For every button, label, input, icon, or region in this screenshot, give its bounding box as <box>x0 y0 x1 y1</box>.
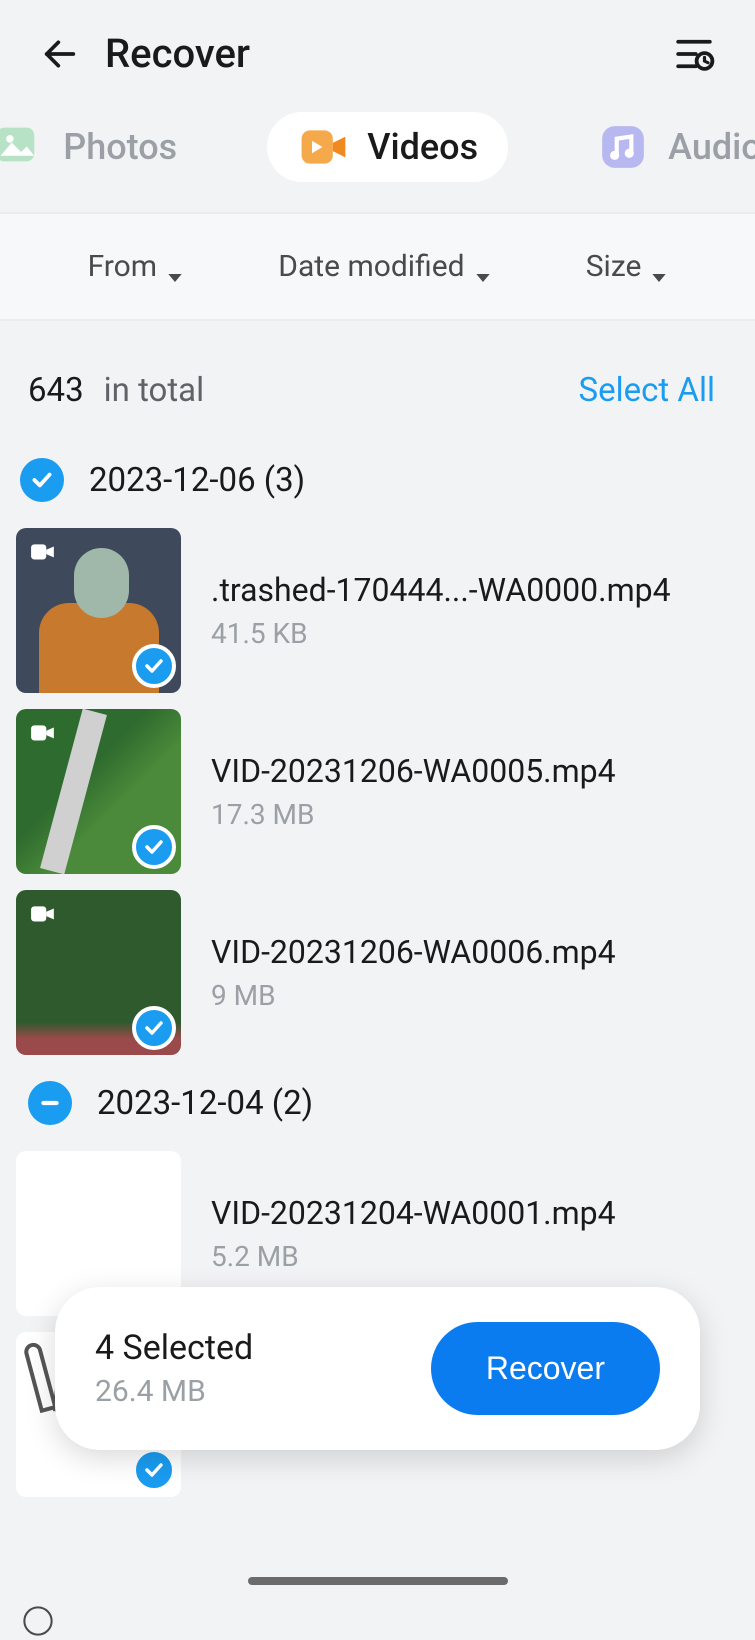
summary-row: 643 in total Select All <box>0 321 755 440</box>
tab-label: Photos <box>63 126 177 168</box>
file-size: 5.2 MB <box>211 1240 735 1273</box>
selection-count: 4 Selected <box>95 1328 253 1368</box>
item-info: VID-20231206-WA0006.mp4 9 MB <box>211 933 735 1012</box>
tab-label: Audio <box>668 126 755 168</box>
item-info: .trashed-170444...-WA0000.mp4 41.5 KB <box>211 571 735 650</box>
page-title: Recover <box>105 30 250 77</box>
list-item[interactable]: .trashed-170444...-WA0000.mp4 41.5 KB <box>0 520 755 701</box>
video-badge-icon <box>28 902 58 932</box>
chevron-down-icon <box>167 259 183 275</box>
list-item[interactable]: VID-20231206-WA0005.mp4 17.3 MB <box>0 701 755 882</box>
video-badge-icon <box>28 540 58 570</box>
tab-videos[interactable]: Videos <box>267 112 508 182</box>
file-size: 9 MB <box>211 979 735 1012</box>
tab-audio[interactable]: Audio <box>568 112 755 182</box>
file-size: 41.5 KB <box>211 617 735 650</box>
history-icon[interactable] <box>673 33 715 75</box>
select-all-link[interactable]: Select All <box>579 371 715 410</box>
selection-info: 4 Selected 26.4 MB <box>95 1328 253 1409</box>
video-thumbnail[interactable] <box>16 890 181 1055</box>
filter-label: Date modified <box>278 249 464 284</box>
list-item[interactable]: VID-20231206-WA0006.mp4 9 MB <box>0 882 755 1063</box>
header-left: Recover <box>40 30 250 77</box>
checkbox-checked-icon[interactable] <box>20 458 64 502</box>
file-size: 17.3 MB <box>211 798 735 831</box>
count-number: 643 <box>28 371 84 410</box>
item-info: VID-20231206-WA0005.mp4 17.3 MB <box>211 752 735 831</box>
group-header[interactable]: 2023-12-04 (2) <box>0 1063 755 1143</box>
group-header[interactable] <box>16 1606 60 1640</box>
selection-size: 26.4 MB <box>95 1374 253 1409</box>
count-label: in total <box>104 371 205 410</box>
photos-icon <box>0 122 48 172</box>
item-info: VID-20231204-WA0001.mp4 5.2 MB <box>211 1194 735 1273</box>
filter-date-modified[interactable]: Date modified <box>278 249 490 284</box>
header: Recover <box>0 0 755 97</box>
chevron-down-icon <box>651 259 667 275</box>
videos-icon <box>297 122 352 172</box>
file-name: VID-20231206-WA0006.mp4 <box>211 933 735 971</box>
tab-photos[interactable]: Photos <box>0 112 207 182</box>
filter-label: From <box>88 249 158 284</box>
selected-check-icon[interactable] <box>132 1448 176 1492</box>
video-thumbnail[interactable] <box>16 709 181 874</box>
filter-label: Size <box>586 249 642 284</box>
filter-bar: From Date modified Size <box>0 212 755 321</box>
group-title: 2023-12-06 (3) <box>89 461 305 500</box>
selected-check-icon[interactable] <box>132 825 176 869</box>
file-name: VID-20231204-WA0001.mp4 <box>211 1194 735 1232</box>
chevron-down-icon <box>475 259 491 275</box>
filter-from[interactable]: From <box>88 249 184 284</box>
total-count: 643 in total <box>28 371 204 410</box>
selection-bar: 4 Selected 26.4 MB Recover <box>55 1287 700 1450</box>
selected-check-icon[interactable] <box>132 644 176 688</box>
media-tabs: Photos Videos Audio <box>0 97 755 212</box>
filter-size[interactable]: Size <box>586 249 668 284</box>
tab-label: Videos <box>367 126 478 168</box>
audio-icon <box>598 122 653 172</box>
group-header[interactable]: 2023-12-06 (3) <box>0 440 755 520</box>
checkbox-partial-icon[interactable] <box>28 1081 72 1125</box>
group-title: 2023-12-04 (2) <box>97 1084 313 1123</box>
file-name: VID-20231206-WA0005.mp4 <box>211 752 735 790</box>
selected-check-icon[interactable] <box>132 1006 176 1050</box>
video-thumbnail[interactable] <box>16 528 181 693</box>
video-badge-icon <box>28 721 58 751</box>
recover-button[interactable]: Recover <box>431 1322 660 1415</box>
home-indicator[interactable] <box>248 1577 508 1585</box>
back-icon[interactable] <box>40 34 80 74</box>
file-name: .trashed-170444...-WA0000.mp4 <box>211 571 735 609</box>
